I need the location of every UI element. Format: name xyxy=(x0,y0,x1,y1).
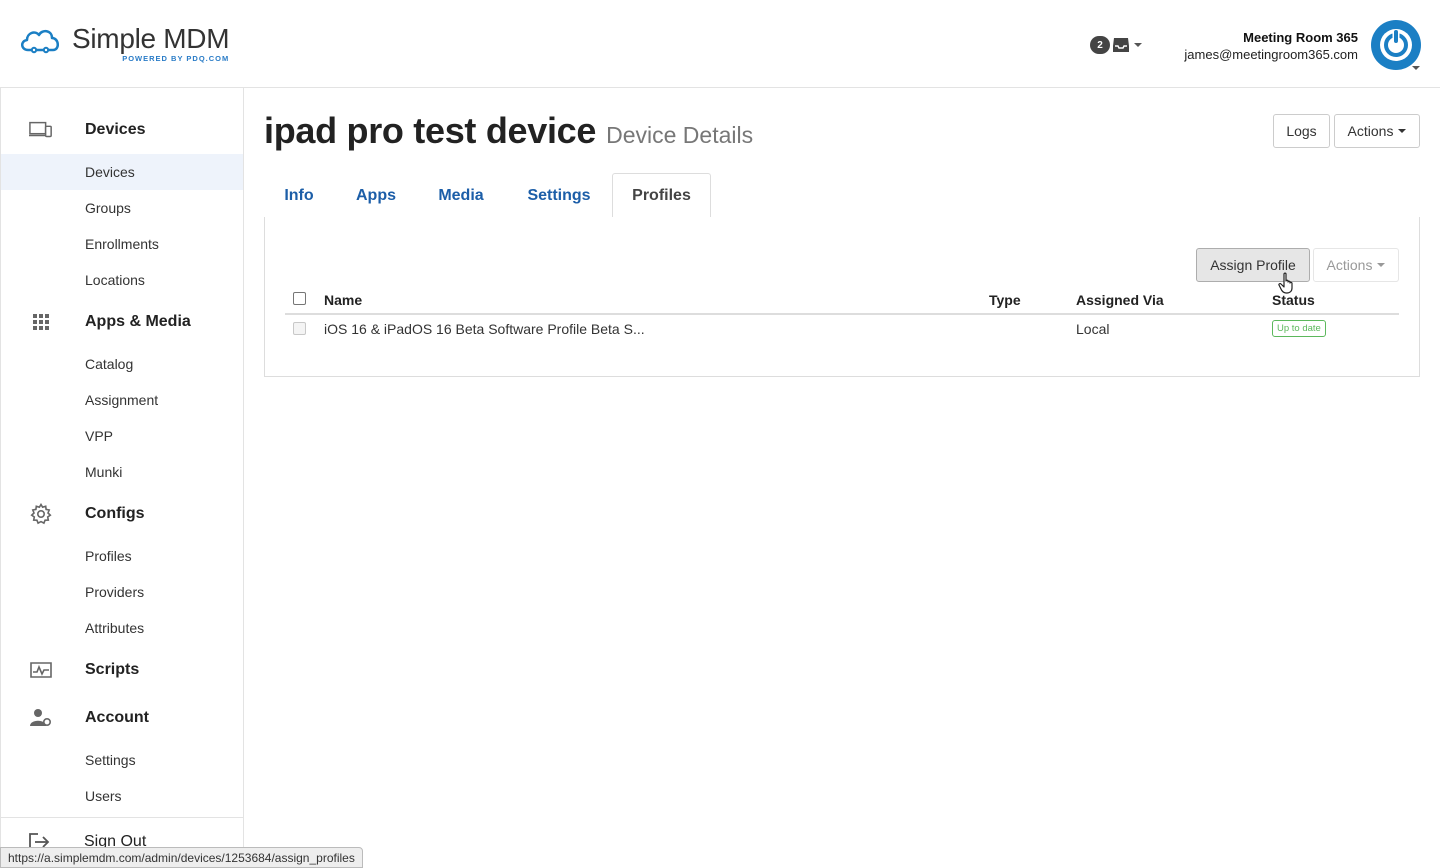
tab-label: Profiles xyxy=(632,186,691,204)
user-settings-icon xyxy=(29,706,53,730)
profiles-panel xyxy=(264,217,1420,377)
grid-icon xyxy=(29,310,53,334)
tab-media[interactable]: Media xyxy=(424,173,498,218)
sidebar-section-label: Scripts xyxy=(85,661,140,678)
actions-dropdown-button[interactable]: Actions xyxy=(1334,114,1420,148)
logo-title: Simple MDM xyxy=(72,23,230,54)
tab-info[interactable]: Info xyxy=(264,173,334,218)
sidebar-item-label: Assignment xyxy=(85,392,159,408)
status-badge: Up to date xyxy=(1272,320,1326,337)
sidebar-item-label: Profiles xyxy=(85,548,132,564)
sidebar-item-label: Enrollments xyxy=(85,236,159,252)
sidebar-item-munki[interactable]: Munki xyxy=(1,454,243,490)
tab-label: Info xyxy=(284,186,314,204)
sidebar-section-label: Apps & Media xyxy=(85,313,191,330)
logo-subtitle: POWERED BY PDQ.COM xyxy=(122,54,230,63)
chevron-down-icon[interactable] xyxy=(1412,66,1420,70)
tab-label: Settings xyxy=(527,186,591,204)
sidebar-item-label: Devices xyxy=(85,164,135,180)
gear-icon xyxy=(29,502,53,526)
browser-status-bar: https://a.simplemdm.com/admin/devices/12… xyxy=(0,847,363,868)
sidebar-item-profiles[interactable]: Profiles xyxy=(1,538,243,574)
profile-name-cell[interactable]: iOS 16 & iPadOS 16 Beta Software Profile… xyxy=(324,321,645,337)
sidebar-divider xyxy=(1,817,243,818)
assign-profile-label: Assign Profile xyxy=(1210,257,1296,273)
sidebar-item-catalog[interactable]: Catalog xyxy=(1,346,243,382)
account-info[interactable]: Meeting Room 365 james@meetingroom365.co… xyxy=(1184,30,1358,63)
panel-actions-button[interactable]: Actions xyxy=(1313,248,1399,282)
sidebar-section-apps-media[interactable]: Apps & Media xyxy=(1,306,243,338)
devices-icon xyxy=(29,118,53,142)
avatar[interactable] xyxy=(1371,20,1421,70)
page-subtitle: Device Details xyxy=(606,122,754,148)
tab-label: Media xyxy=(438,186,484,204)
column-header-status[interactable]: Status xyxy=(1272,292,1315,308)
assigned-via-cell: Local xyxy=(1076,321,1110,337)
hand-cursor-icon xyxy=(1278,272,1293,294)
account-name: Meeting Room 365 xyxy=(1243,30,1358,45)
sidebar-item-vpp[interactable]: VPP xyxy=(1,418,243,454)
tab-settings[interactable]: Settings xyxy=(514,173,604,218)
logo[interactable]: Simple MDM POWERED BY PDQ.COM xyxy=(18,23,230,63)
column-header-assigned-via[interactable]: Assigned Via xyxy=(1076,292,1164,308)
tab-label: Apps xyxy=(356,186,396,204)
sidebar-section-scripts[interactable]: Scripts xyxy=(1,654,243,686)
sidebar-item-providers[interactable]: Providers xyxy=(1,574,243,610)
sidebar-section-account[interactable]: Account xyxy=(1,702,243,734)
chevron-down-icon xyxy=(1377,263,1386,267)
panel-actions-label: Actions xyxy=(1326,257,1373,273)
scripts-icon xyxy=(29,658,53,682)
logs-button[interactable]: Logs xyxy=(1273,114,1330,148)
sidebar: Devices Devices Groups Enrollments Locat… xyxy=(0,88,244,868)
actions-button-label: Actions xyxy=(1347,123,1394,139)
page-title: ipad pro test device xyxy=(264,110,597,151)
account-email: james@meetingroom365.com xyxy=(1184,47,1358,62)
notifications-menu[interactable]: 2 xyxy=(1090,36,1142,54)
sidebar-item-groups[interactable]: Groups xyxy=(1,190,243,226)
page-header: ipad pro test device Device Details xyxy=(264,110,753,152)
select-all-checkbox[interactable] xyxy=(293,292,306,305)
sidebar-item-users[interactable]: Users xyxy=(1,778,243,814)
sidebar-item-assignment[interactable]: Assignment xyxy=(1,382,243,418)
sidebar-item-label: Users xyxy=(85,788,122,804)
sidebar-section-devices[interactable]: Devices xyxy=(1,114,243,146)
sidebar-item-label: VPP xyxy=(85,428,114,444)
sidebar-item-settings[interactable]: Settings xyxy=(1,742,243,778)
sidebar-section-label: Configs xyxy=(85,505,145,522)
power-icon xyxy=(1380,29,1412,61)
sidebar-item-enrollments[interactable]: Enrollments xyxy=(1,226,243,262)
sidebar-item-label: Groups xyxy=(85,200,131,216)
notification-count-badge: 2 xyxy=(1090,36,1110,54)
inbox-icon xyxy=(1113,38,1129,52)
sidebar-item-label: Providers xyxy=(85,584,145,600)
sidebar-item-devices[interactable]: Devices xyxy=(1,154,243,190)
chevron-down-icon xyxy=(1134,43,1142,47)
table-header-divider xyxy=(285,313,1399,315)
column-header-name[interactable]: Name xyxy=(324,292,362,308)
device-tabs: Info Apps Media Settings Profiles xyxy=(264,173,1420,218)
sidebar-section-label: Devices xyxy=(85,121,146,138)
logs-button-label: Logs xyxy=(1286,123,1317,139)
tab-apps[interactable]: Apps xyxy=(340,173,412,218)
cloud-icon xyxy=(21,29,59,54)
sidebar-item-label: Settings xyxy=(85,752,136,768)
sidebar-item-label: Munki xyxy=(85,464,123,480)
sidebar-section-configs[interactable]: Configs xyxy=(1,498,243,530)
tab-profiles[interactable]: Profiles xyxy=(612,173,711,218)
column-header-type[interactable]: Type xyxy=(989,292,1021,308)
top-header: Simple MDM POWERED BY PDQ.COM 2 Meeting … xyxy=(0,0,1440,88)
row-checkbox xyxy=(293,322,306,335)
sidebar-item-label: Catalog xyxy=(85,356,134,372)
sidebar-item-label: Attributes xyxy=(85,620,145,636)
sidebar-section-label: Account xyxy=(85,709,149,726)
sidebar-item-locations[interactable]: Locations xyxy=(1,262,243,298)
sidebar-item-attributes[interactable]: Attributes xyxy=(1,610,243,646)
chevron-down-icon xyxy=(1398,129,1407,133)
sidebar-item-label: Locations xyxy=(85,272,145,288)
